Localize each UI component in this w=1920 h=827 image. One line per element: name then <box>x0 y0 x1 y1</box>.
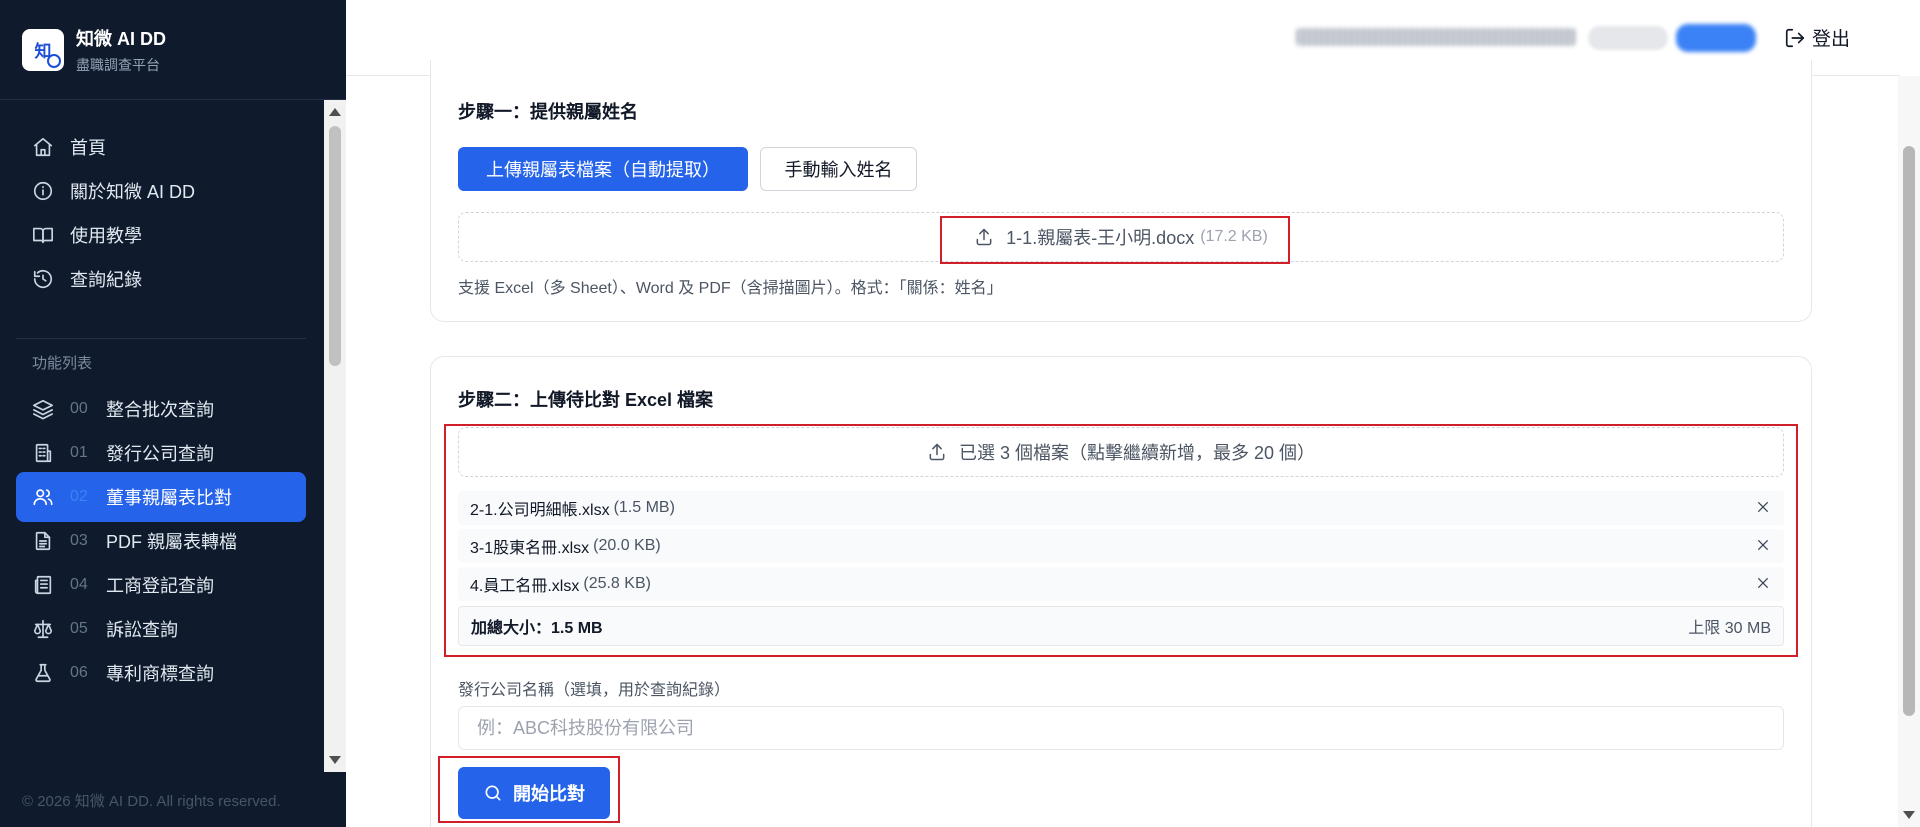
sidebar-item-label: 專利商標查詢 <box>106 664 214 684</box>
sidebar-item-pdf-convert[interactable]: 03 PDF 親屬表轉檔 <box>16 516 306 566</box>
sidebar-item-home[interactable]: 首頁 <box>16 122 306 172</box>
step1-title: 步驟一：提供親屬姓名 <box>458 102 638 122</box>
sidebar-item-label: PDF 親屬表轉檔 <box>106 532 238 552</box>
scroll-down-arrow-icon[interactable] <box>1903 811 1915 819</box>
building-icon <box>32 442 54 464</box>
user-badge-redacted <box>1676 24 1756 52</box>
nav-section-title: 功能列表 <box>32 355 93 372</box>
company-name-input[interactable] <box>458 706 1784 750</box>
logout-button[interactable]: 登出 <box>1784 24 1850 51</box>
nav-number: 05 <box>70 620 88 637</box>
brand[interactable]: 知 知微 AI DD 盡職調查平台 <box>0 0 346 100</box>
sidebar-item-history[interactable]: 查詢紀錄 <box>16 254 306 304</box>
nav-number: 04 <box>70 576 88 593</box>
sidebar: 知 知微 AI DD 盡職調查平台 首頁 關於知微 AI DD 使用教學 查詢紀… <box>0 0 346 827</box>
history-icon <box>32 268 54 290</box>
logout-label: 登出 <box>1812 29 1851 50</box>
nav-number: 00 <box>70 400 88 417</box>
nav-number: 06 <box>70 664 88 681</box>
logout-icon <box>1785 28 1805 47</box>
copyright: © 2026 知微 AI DD. All rights reserved. <box>22 793 281 810</box>
sidebar-item-label: 發行公司查詢 <box>106 444 214 464</box>
sidebar-item-batch-query[interactable]: 00 整合批次查詢 <box>16 384 306 434</box>
scroll-down-arrow-icon[interactable] <box>329 756 341 764</box>
sidebar-item-tutorial[interactable]: 使用教學 <box>16 210 306 260</box>
info-icon <box>32 180 54 202</box>
highlight-box-uploaded-file <box>940 216 1290 264</box>
sidebar-item-business-registry[interactable]: 04 工商登記查詢 <box>16 560 306 610</box>
sidebar-scroll-thumb[interactable] <box>329 126 341 366</box>
sidebar-item-label: 關於知微 AI DD <box>70 182 196 202</box>
flask-icon <box>32 662 54 684</box>
highlight-box-file-list <box>444 424 1798 657</box>
sidebar-item-label: 工商登記查詢 <box>106 576 214 596</box>
nav-number: 03 <box>70 532 88 549</box>
sidebar-item-label: 董事親屬表比對 <box>106 488 232 508</box>
file-text-icon <box>32 530 54 552</box>
users-icon <box>32 486 54 508</box>
sidebar-item-label: 首頁 <box>70 138 106 158</box>
step2-title: 步驟二：上傳待比對 Excel 檔案 <box>458 390 714 410</box>
nav-number: 01 <box>70 444 88 461</box>
magnifier-icon <box>47 53 61 68</box>
sidebar-item-label: 訴訟查詢 <box>106 620 178 640</box>
sidebar-nav: 首頁 關於知微 AI DD 使用教學 查詢紀錄 功能列表 00 整合批次查詢 0… <box>0 100 324 772</box>
sidebar-item-label: 查詢紀錄 <box>70 270 142 290</box>
sidebar-item-director-relatives[interactable]: 02 董事親屬表比對 <box>16 472 306 522</box>
highlight-box-start-button <box>438 756 620 823</box>
brand-logo: 知 <box>22 28 64 71</box>
home-icon <box>32 136 54 158</box>
sidebar-item-label: 使用教學 <box>70 226 142 246</box>
scroll-up-arrow-icon[interactable] <box>329 108 341 116</box>
page-scrollbar[interactable] <box>1898 76 1920 827</box>
user-role-redacted <box>1588 26 1668 50</box>
brand-title: 知微 AI DD <box>76 28 166 49</box>
nav-divider <box>16 338 306 339</box>
company-name-label: 發行公司名稱（選填，用於查詢紀錄） <box>458 682 731 699</box>
layers-icon <box>32 398 54 420</box>
sidebar-item-issuer-query[interactable]: 01 發行公司查詢 <box>16 428 306 478</box>
manual-input-names-button[interactable]: 手動輸入姓名 <box>760 147 917 191</box>
sidebar-item-about[interactable]: 關於知微 AI DD <box>16 166 306 216</box>
scale-icon <box>32 618 54 640</box>
nav-number: 02 <box>70 488 88 505</box>
brand-subtitle: 盡職調查平台 <box>76 56 160 73</box>
sidebar-item-patent-trademark[interactable]: 06 專利商標查詢 <box>16 648 306 698</box>
user-email-redacted <box>1296 28 1576 46</box>
book-icon <box>32 224 54 246</box>
sidebar-scrollbar[interactable] <box>324 100 346 772</box>
sidebar-item-litigation[interactable]: 05 訴訟查詢 <box>16 604 306 654</box>
sidebar-item-label: 整合批次查詢 <box>106 400 214 420</box>
newspaper-icon <box>32 574 54 596</box>
format-hint: 支援 Excel（多 Sheet）、Word 及 PDF（含掃描圖片）。格式：「… <box>458 280 1003 297</box>
page-scroll-thumb[interactable] <box>1903 146 1915 716</box>
upload-relatives-file-button[interactable]: 上傳親屬表檔案（自動提取） <box>458 147 748 191</box>
